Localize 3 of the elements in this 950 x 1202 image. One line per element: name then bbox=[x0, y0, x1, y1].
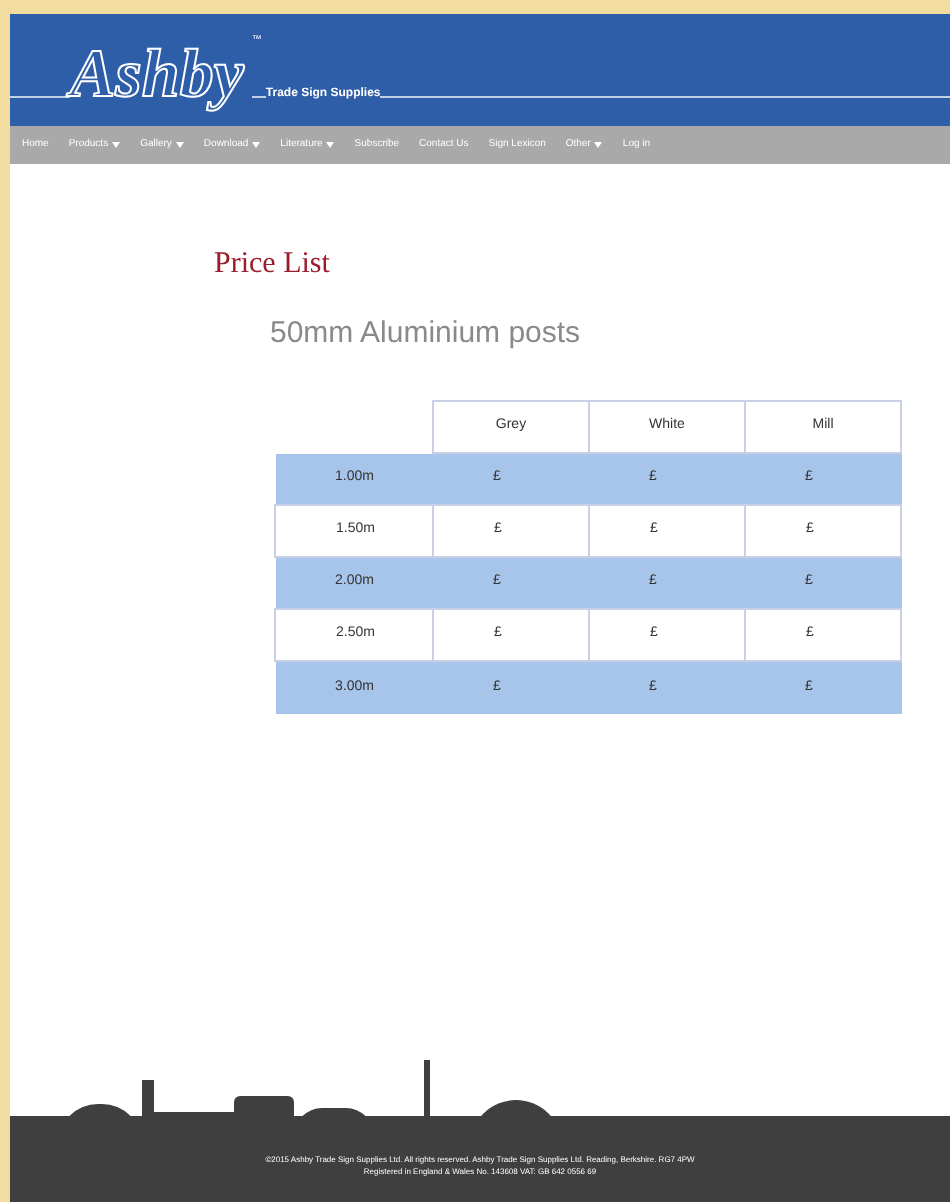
section-title: 50mm Aluminium posts bbox=[270, 313, 583, 353]
logo[interactable]: Ashby bbox=[70, 42, 252, 110]
page-title: Price List bbox=[214, 246, 332, 284]
